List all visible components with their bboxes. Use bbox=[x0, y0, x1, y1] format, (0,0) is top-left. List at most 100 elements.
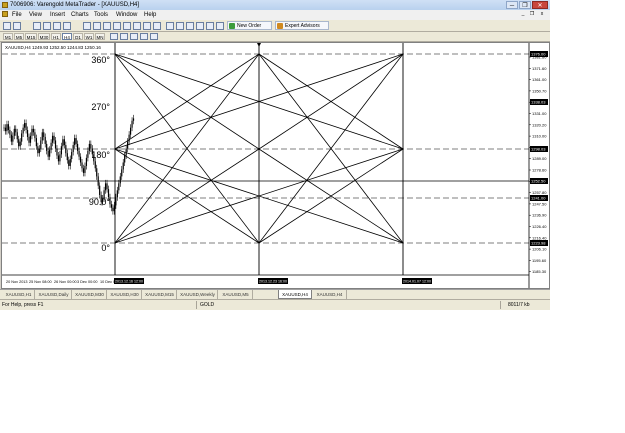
candle-body bbox=[129, 127, 132, 135]
gann-anchor-marker[interactable] bbox=[257, 43, 261, 47]
chart-canvas[interactable]: XAUUSD,H4 1249.93 1252.50 1244.83 1250.1… bbox=[2, 43, 549, 288]
price-tick-label: 1185.30 bbox=[532, 269, 547, 274]
price-highlight-label: 1241.00 bbox=[531, 196, 546, 201]
tf-m15-button[interactable]: M15 bbox=[25, 33, 37, 40]
terminal-icon[interactable] bbox=[53, 22, 61, 30]
tester-icon[interactable] bbox=[63, 22, 71, 30]
menu-window[interactable]: Window bbox=[116, 11, 137, 19]
candle-body bbox=[72, 145, 74, 153]
candle-body bbox=[56, 148, 58, 156]
candle-body bbox=[47, 150, 49, 157]
tab-xauusd-h30[interactable]: XAUUSD,H30 bbox=[108, 290, 142, 299]
candle-body bbox=[119, 176, 121, 184]
status-traffic: 8011/7 kb bbox=[508, 302, 530, 308]
expert-advisors-button[interactable]: Expert Advisors bbox=[275, 21, 329, 30]
price-candles bbox=[3, 114, 135, 215]
text-icon[interactable] bbox=[133, 22, 141, 30]
child-minimize-button[interactable]: _ bbox=[519, 11, 527, 18]
tab-xauusd-weekly[interactable]: XAUUSD,Weekly bbox=[178, 290, 218, 299]
tab-xauusd-daily[interactable]: XAUUSD,Daily bbox=[36, 290, 72, 299]
tab-xauusd-h4[interactable]: XAUUSD,H4 bbox=[313, 290, 347, 299]
menu-tools[interactable]: Tools bbox=[94, 11, 108, 19]
profiles-icon[interactable] bbox=[13, 22, 21, 30]
candle-body bbox=[37, 146, 39, 154]
label-icon[interactable] bbox=[143, 22, 151, 30]
zoom-in-icon[interactable] bbox=[196, 22, 204, 30]
candle-body bbox=[9, 130, 11, 135]
menu-help[interactable]: Help bbox=[144, 11, 156, 19]
tab-xauusd-h4-active[interactable]: XAUUSD,H4 bbox=[278, 290, 312, 299]
menu-file[interactable]: File bbox=[12, 11, 22, 19]
bar-chart-icon[interactable] bbox=[166, 22, 174, 30]
candle-body bbox=[29, 135, 32, 143]
candle-body bbox=[116, 190, 118, 198]
candle-body bbox=[7, 124, 10, 130]
time-highlight-label: 2014.01.07 12:00 bbox=[403, 280, 431, 284]
tf-mn-button[interactable]: MN bbox=[95, 33, 105, 40]
tf-m1-button[interactable]: M1 bbox=[3, 33, 13, 40]
candle-body bbox=[84, 165, 86, 173]
tab-xauusd-m15[interactable]: XAUUSD,M15 bbox=[143, 290, 177, 299]
candle-body bbox=[54, 140, 57, 149]
trendline-icon[interactable] bbox=[123, 22, 131, 30]
child-restore-button[interactable]: ❐ bbox=[528, 11, 536, 18]
tf-w1-button[interactable]: W1 bbox=[84, 33, 94, 40]
tab-xauusd-m30[interactable]: XAUUSD,M30 bbox=[73, 290, 107, 299]
tab-xauusd-h1[interactable]: XAUUSD,H1 bbox=[3, 290, 35, 299]
cursor-icon[interactable] bbox=[83, 22, 91, 30]
candle-body bbox=[125, 148, 127, 156]
tf-m5-button[interactable]: M5 bbox=[14, 33, 24, 40]
menu-insert[interactable]: Insert bbox=[50, 11, 65, 19]
gann-tool-icon[interactable] bbox=[140, 33, 148, 40]
candle-body bbox=[15, 128, 17, 133]
candle-body bbox=[46, 143, 48, 151]
candle-body bbox=[71, 152, 73, 159]
price-tick-label: 1310.00 bbox=[532, 134, 547, 139]
gann-grid[interactable] bbox=[114, 43, 404, 275]
menu-charts[interactable]: Charts bbox=[71, 11, 89, 19]
new-chart-icon[interactable] bbox=[3, 22, 11, 30]
restore-button[interactable]: ❐ bbox=[519, 1, 531, 9]
candle-body bbox=[44, 136, 46, 144]
gann-label: 90.0° bbox=[89, 197, 111, 207]
candle-body bbox=[94, 161, 96, 169]
tf-h1-button[interactable]: H1 bbox=[51, 33, 61, 40]
channel-tool-icon[interactable] bbox=[120, 33, 128, 40]
tf-h4-button[interactable]: H4 bbox=[62, 33, 72, 40]
title-bar[interactable]: 7006906: Varengold MetaTrader - [XAUUSD,… bbox=[0, 0, 550, 10]
arrows-icon[interactable] bbox=[153, 22, 161, 30]
candle-body bbox=[69, 159, 71, 166]
chart-area[interactable]: XAUUSD,H4 1249.93 1252.50 1244.83 1250.1… bbox=[1, 42, 550, 289]
candle-body bbox=[41, 132, 43, 141]
candle-body bbox=[35, 138, 37, 147]
fibonacci-tool-icon[interactable] bbox=[130, 33, 138, 40]
candle-body bbox=[81, 162, 83, 169]
zoom-out-icon[interactable] bbox=[206, 22, 214, 30]
child-close-button[interactable]: x bbox=[538, 11, 546, 18]
tile-icon[interactable] bbox=[216, 22, 224, 30]
navigator-icon[interactable] bbox=[43, 22, 51, 30]
minimize-button[interactable]: ─ bbox=[506, 1, 518, 9]
close-button[interactable]: ✕ bbox=[532, 1, 548, 9]
gann-label: 360° bbox=[91, 55, 110, 65]
status-separator bbox=[196, 301, 197, 309]
line-chart-icon[interactable] bbox=[186, 22, 194, 30]
market-watch-icon[interactable] bbox=[33, 22, 41, 30]
crosshair-icon[interactable] bbox=[93, 22, 101, 30]
tab-xauusd-m5[interactable]: XAUUSD,M5 bbox=[219, 290, 253, 299]
candle-body bbox=[127, 141, 129, 149]
menu-view[interactable]: View bbox=[29, 11, 42, 19]
vertical-line-icon[interactable] bbox=[103, 22, 111, 30]
shapes-tool-icon[interactable] bbox=[150, 33, 158, 40]
candle-body bbox=[31, 128, 33, 136]
tf-m30-button[interactable]: M30 bbox=[38, 33, 50, 40]
candle-body bbox=[99, 185, 101, 195]
new-order-button[interactable]: New Order bbox=[227, 21, 272, 30]
tf-d1-button[interactable]: D1 bbox=[73, 33, 83, 40]
candle-body bbox=[118, 183, 120, 191]
candle-chart-icon[interactable] bbox=[176, 22, 184, 30]
horizontal-line-icon[interactable] bbox=[113, 22, 121, 30]
candle-body bbox=[4, 127, 7, 132]
trendline-tool-icon[interactable] bbox=[110, 33, 118, 40]
price-tick-label: 1206.10 bbox=[532, 247, 547, 252]
